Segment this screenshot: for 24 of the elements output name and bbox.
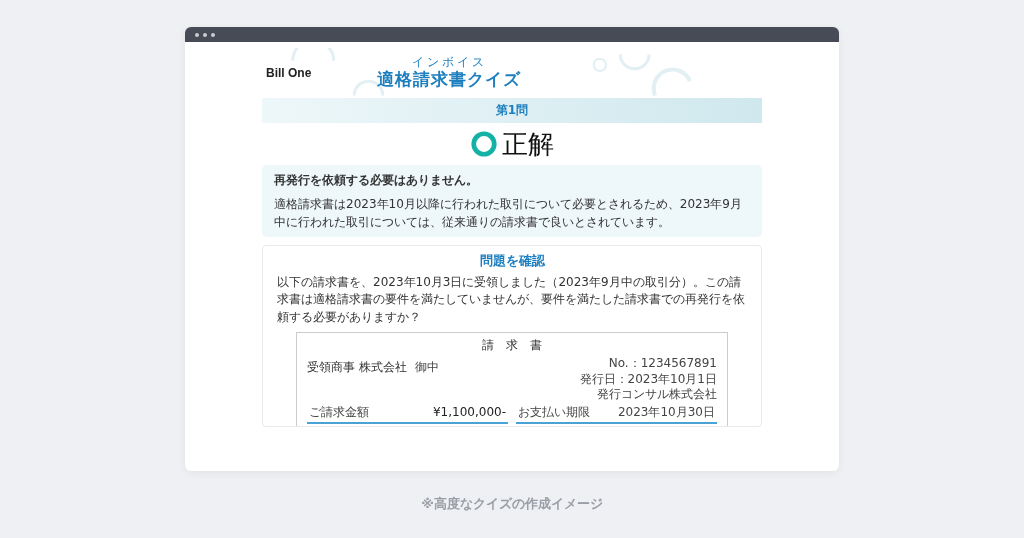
logo: Bill One xyxy=(266,66,312,80)
answer-headline: 再発行を依頼する必要はありません。 xyxy=(274,172,479,189)
recipient-name: 受領商事 株式会社 xyxy=(307,359,407,377)
title-ruby: インボイス xyxy=(411,55,487,68)
review-title: 問題を確認 xyxy=(479,252,545,270)
honorific: 御中 xyxy=(414,360,439,376)
question-number-bar: 第1問 xyxy=(262,98,762,123)
issuer-name: 発行コンサル株式会社 xyxy=(597,387,717,403)
window-dot-icon xyxy=(211,32,215,37)
caption-text: ※高度なクイズの作成イメージ xyxy=(421,495,603,513)
invoice-number: No.：1234567891 xyxy=(608,356,717,372)
quiz-title: 適格請求書クイズ xyxy=(377,68,522,91)
question-text: 以下の請求書を、2023年10月3日に受領しました（2023年9月中の取引分）。この請求書は適格請求書の要件を満たしていませんが、要件を満たした請求書での再発行を依頼する必要がありますか？ xyxy=(277,274,746,326)
issue-date: 発行日：2023年10月1日 xyxy=(579,371,717,388)
window-dot-icon xyxy=(203,32,207,37)
answer-explanation: 適格請求書は2023年10月以降に行われた取引について必要とされるため、2023年9月中に行われた取引については、従来通りの請求書で良いとされています。 xyxy=(274,196,743,231)
due-date-label: お支払い期限 xyxy=(518,404,590,421)
due-date-value: 2023年10月30日 xyxy=(617,404,715,421)
window-dot-icon xyxy=(195,32,199,37)
result-text: 正解 xyxy=(502,127,554,161)
invoice-title: 請 求 書 xyxy=(481,337,543,355)
amount-label: ご請求金額 xyxy=(309,404,369,421)
circle-icon xyxy=(470,130,498,158)
amount-value: ¥1,100,000- xyxy=(432,404,506,419)
